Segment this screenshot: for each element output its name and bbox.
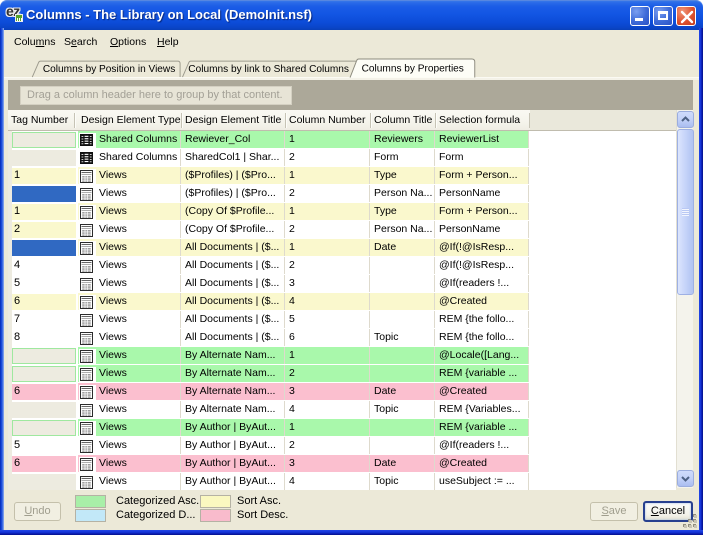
svg-text:Columns by link to Shared Colu: Columns by link to Shared Columns [188, 64, 349, 75]
svg-text:Columns by Position in Views: Columns by Position in Views [43, 64, 175, 75]
svg-text:Columns by Properties: Columns by Properties [362, 64, 464, 75]
